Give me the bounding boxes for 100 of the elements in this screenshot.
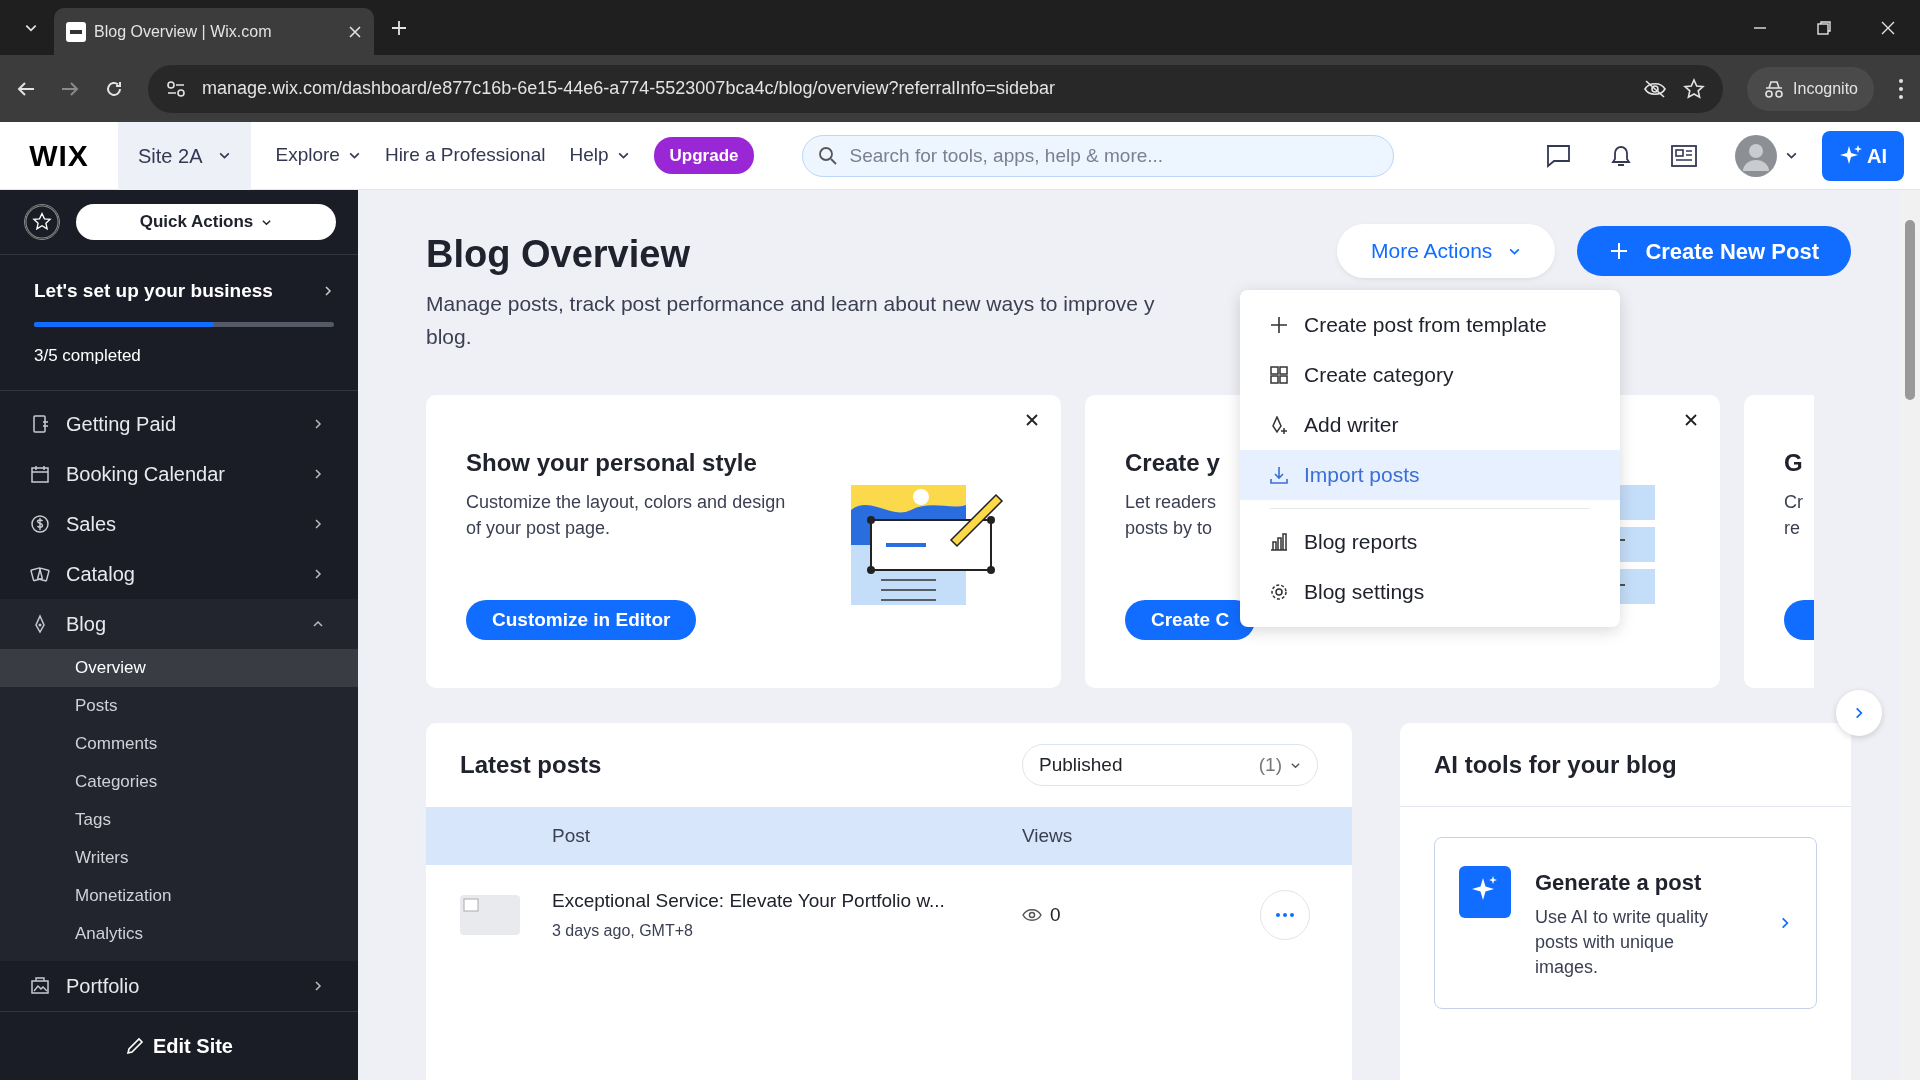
- upgrade-button[interactable]: Upgrade: [653, 136, 755, 175]
- newspaper-icon[interactable]: [1671, 144, 1697, 167]
- create-post-button[interactable]: Create New Post: [1577, 226, 1851, 276]
- calendar-icon: [30, 464, 50, 485]
- top-menu-item[interactable]: Help: [569, 141, 630, 170]
- search-field[interactable]: Search for tools, apps, help & more...: [802, 134, 1395, 177]
- menu-item[interactable]: Create post from template: [1240, 300, 1620, 350]
- pencil-icon: [125, 1036, 145, 1056]
- sidebar-item[interactable]: Catalog: [0, 549, 358, 600]
- ai-button[interactable]: AI: [1822, 130, 1904, 181]
- post-thumbnail-icon: [460, 895, 520, 935]
- chat-icon[interactable]: [1545, 143, 1571, 168]
- close-icon[interactable]: [1880, 19, 1896, 36]
- eye-slash-icon[interactable]: [1643, 78, 1668, 99]
- progress-text: 3/5 completed: [34, 344, 142, 367]
- bar-chart-icon: [1270, 533, 1288, 551]
- cards-icon: [30, 564, 50, 585]
- panel-title: Latest posts: [460, 750, 602, 780]
- button-edge-drawing: [1784, 600, 1814, 640]
- sidebar-subitem[interactable]: Posts: [0, 687, 358, 726]
- site-favicon-icon: [66, 21, 86, 42]
- chevron-right-icon: [312, 518, 324, 531]
- setup-link[interactable]: Let's set up your business: [34, 277, 334, 306]
- restore-icon[interactable]: [1816, 19, 1832, 36]
- column-header: Post: [552, 823, 592, 848]
- sidebar-subitem[interactable]: Tags: [0, 801, 358, 840]
- tool-description: Use AI to write quality posts with unique images.: [1535, 906, 1710, 979]
- card-button[interactable]: Create C: [1125, 600, 1256, 640]
- sidebar-item[interactable]: Sales: [0, 499, 358, 550]
- plus-icon: [1609, 241, 1630, 261]
- browser-tab[interactable]: Blog Overview | Wix.com: [54, 8, 374, 55]
- card-description: posts by to: [1125, 517, 1213, 540]
- new-tab-icon[interactable]: [390, 18, 408, 37]
- sidebar-item[interactable]: Portfolio: [0, 961, 358, 1012]
- card-title: G: [1784, 448, 1803, 478]
- chevron-right-icon: [312, 468, 324, 481]
- chevron-right-icon: [312, 418, 324, 431]
- tool-title: Generate a post: [1535, 869, 1703, 897]
- page-title: Blog Overview: [426, 232, 691, 277]
- card-description: re: [1784, 517, 1800, 540]
- sidebar-subitem[interactable]: Comments: [0, 725, 358, 764]
- account-menu[interactable]: [1735, 134, 1798, 177]
- address-bar[interactable]: manage.wix.com/dashboard/e877c16b-6e15-44e6-a774-5523007bca4c/blog/overview?referralInfo=sidebar: [148, 64, 1724, 113]
- menu-item[interactable]: Create category: [1240, 350, 1620, 400]
- site-selector[interactable]: Site 2A: [118, 121, 252, 190]
- post-title[interactable]: Exceptional Service: Elevate Your Portfolio w...: [552, 886, 945, 916]
- top-menu-item[interactable]: Explore: [275, 141, 361, 170]
- sidebar-item[interactable]: Blog: [0, 599, 358, 650]
- more-options-icon[interactable]: [1898, 77, 1904, 100]
- close-icon[interactable]: [348, 24, 362, 39]
- plus-icon: [1270, 316, 1288, 334]
- pen-plus-icon: [1270, 416, 1288, 434]
- card-title: Create y: [1125, 448, 1220, 478]
- column-header: Views: [1022, 823, 1073, 848]
- site-info-icon: [166, 79, 186, 98]
- incognito-button[interactable]: Incognito: [1747, 66, 1874, 111]
- sidebar-item[interactable]: Getting Paid: [0, 399, 358, 450]
- incognito-icon: [1763, 79, 1786, 98]
- panel-title: AI tools for your blog: [1434, 749, 1677, 780]
- page-description: blog.: [426, 324, 472, 350]
- sidebar-item[interactable]: Booking Calendar: [0, 449, 358, 500]
- avatar-icon: [1735, 134, 1777, 177]
- menu-item[interactable]: Blog reports: [1240, 517, 1620, 567]
- sparkle-icon: [1459, 866, 1511, 918]
- scrollbar-thumb[interactable]: [1905, 220, 1915, 400]
- download-icon: [1270, 466, 1288, 484]
- eye-icon: [1022, 908, 1042, 922]
- sidebar-subitem[interactable]: Analytics: [0, 915, 358, 954]
- close-icon: [1025, 413, 1039, 427]
- sidebar-subitem[interactable]: Categories: [0, 763, 358, 802]
- card-button[interactable]: Customize in Editor: [466, 600, 697, 640]
- image-case-icon: [30, 976, 50, 997]
- grid-icon: [1270, 366, 1288, 384]
- chevron-right-icon: [322, 285, 334, 298]
- close-icon: [1684, 413, 1698, 427]
- dollar-coin-icon: [30, 514, 50, 535]
- page-description: Manage posts, track post performance and learn about new ways to improve y: [426, 291, 1155, 317]
- sidebar-subitem[interactable]: Writers: [0, 839, 358, 878]
- status-filter[interactable]: Published (1): [1022, 744, 1318, 786]
- chevron-right-icon: [312, 568, 324, 581]
- post-meta: 3 days ago, GMT+8: [552, 921, 693, 942]
- views-count: 0: [1050, 902, 1061, 927]
- card-description: Cr: [1784, 491, 1803, 514]
- more-actions-button[interactable]: More Actions: [1339, 226, 1554, 276]
- sidebar-subitem[interactable]: Overview: [0, 649, 358, 688]
- search-icon: [818, 145, 839, 166]
- card-description: Let readers: [1125, 491, 1217, 514]
- ai-tool-card[interactable]: Generate a post Use AI to write quality posts with unique images.: [1434, 837, 1817, 1009]
- favorite-star-icon[interactable]: [24, 204, 60, 240]
- menu-item[interactable]: Import posts: [1240, 450, 1620, 500]
- sidebar-subitem[interactable]: Monetization: [0, 877, 358, 916]
- chevron-right-icon: [312, 980, 324, 993]
- menu-item[interactable]: Add writer: [1240, 400, 1620, 450]
- wix-logo[interactable]: WIX: [0, 133, 118, 178]
- bookmark-star-icon[interactable]: [1683, 77, 1706, 100]
- quick-actions-button[interactable]: Quick Actions: [76, 204, 336, 240]
- card-description: Customize the layout, colors and design of your post page.: [466, 491, 786, 540]
- top-menu-item[interactable]: Hire a Professional: [384, 141, 546, 170]
- card-title: Show your personal style: [466, 448, 757, 478]
- more-dots-icon: [1276, 913, 1294, 917]
